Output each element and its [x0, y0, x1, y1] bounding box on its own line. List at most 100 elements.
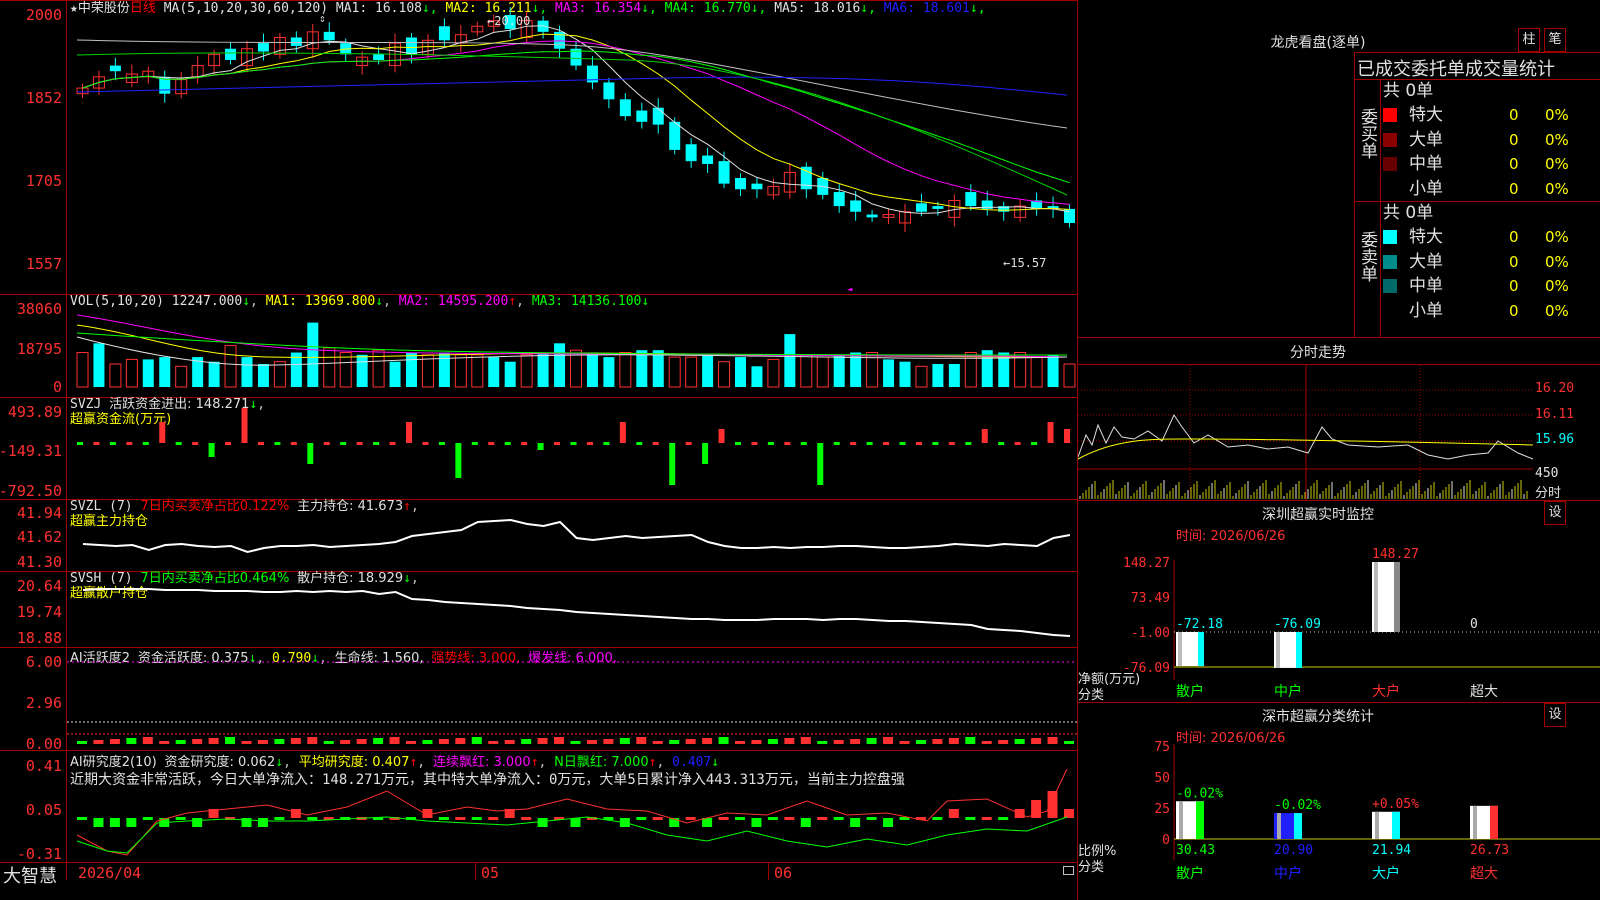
flow-tick	[225, 442, 232, 445]
volume-bar	[488, 357, 500, 387]
high-price-label: ←20.00	[487, 14, 531, 28]
active-bar	[159, 741, 170, 744]
flow-bar	[307, 443, 314, 464]
active-bar	[965, 737, 976, 744]
bar-shade	[1375, 811, 1379, 839]
classify-settings-button[interactable]: 设	[1544, 703, 1566, 727]
active-bar	[636, 737, 647, 744]
month-06-label: 06	[774, 864, 793, 882]
monitor-category: 散户	[1176, 683, 1204, 700]
svzl-chart[interactable]	[67, 500, 1077, 571]
research-bar	[109, 818, 120, 827]
flow-tick	[93, 442, 100, 445]
volume-bar	[438, 352, 450, 387]
classify-chart[interactable]: 75 50 25 0 -0.02% 30.43 -0.02% 20.90 +0.05% 21.94…	[1078, 740, 1600, 900]
order-type: 小单	[1409, 178, 1443, 199]
research-tick	[817, 817, 828, 820]
monitor-title: 深圳超赢实时监控	[1262, 507, 1374, 523]
month-05-label: 05	[481, 864, 500, 882]
volume-bar	[307, 322, 319, 387]
order-type: 特大	[1409, 105, 1443, 125]
flow-tick	[652, 442, 659, 445]
monitor-chart[interactable]: 148.2773.49-1.00-76.09-72.18 -76.09148.27…	[1078, 540, 1600, 700]
classify-bar	[1470, 805, 1498, 839]
active-bar	[1047, 737, 1058, 744]
sell-total: 共 0单	[1383, 203, 1434, 223]
classify-tick: 75	[1154, 740, 1170, 755]
monitor-bar	[1176, 632, 1204, 667]
order-pct: 0%	[1545, 130, 1569, 149]
flow-tick	[488, 442, 495, 445]
volume-bar	[570, 349, 582, 388]
ai-active-chart[interactable]	[67, 648, 1077, 750]
research-bar	[1047, 791, 1058, 818]
research-tick	[981, 817, 992, 820]
order-color-swatch	[1383, 181, 1397, 196]
volume-bar	[899, 361, 911, 387]
candle-body	[932, 206, 944, 209]
flow-tick	[636, 442, 643, 445]
volume-bar	[668, 356, 681, 388]
volume-bar	[586, 352, 598, 387]
monitor-settings-button[interactable]: 设	[1544, 501, 1566, 525]
classify-title: 深市超赢分类统计	[1262, 709, 1374, 725]
classify-bar	[1274, 813, 1302, 839]
volume-bar	[619, 352, 632, 388]
classify-value: 21.94	[1372, 843, 1411, 858]
flow-bar	[159, 422, 166, 443]
bar-shade	[1179, 801, 1183, 839]
bar-shade	[1374, 562, 1378, 632]
volume-bar	[520, 354, 533, 388]
price-tick: 2000	[25, 6, 62, 24]
active-bar	[109, 739, 120, 744]
vol-axis: 38060 18795 0	[0, 294, 64, 396]
active-bar	[981, 741, 992, 744]
active-bar	[406, 741, 416, 744]
research-tick	[175, 817, 186, 820]
kline-chart[interactable]: ⇕◄	[67, 0, 1077, 294]
flow-tick	[603, 442, 610, 445]
ai-research-axis: 0.41 0.05 -0.31	[0, 750, 64, 863]
active-bar	[586, 740, 597, 744]
volume-bar	[323, 347, 336, 388]
vol-tick: 0	[52, 378, 62, 396]
flow-bar	[455, 443, 462, 478]
order-row: 特大 0 0%	[1383, 103, 1598, 127]
intraday-axis: 16.20 16.11 15.96 450 分时	[1533, 365, 1600, 501]
bar-mode-button[interactable]: 柱	[1518, 28, 1540, 52]
tick-mode-button[interactable]: 笔	[1544, 28, 1566, 52]
order-pct: 0%	[1545, 277, 1569, 295]
holding-line	[82, 588, 1071, 637]
volume-bar	[816, 356, 829, 388]
candle-body	[751, 183, 763, 190]
volume-bar	[735, 357, 746, 387]
flow-tick	[77, 442, 83, 445]
flow-tick	[290, 442, 297, 445]
vol-chart[interactable]	[67, 295, 1077, 397]
flow-tick	[504, 442, 511, 445]
intraday-unit: 分时	[1535, 486, 1562, 501]
ai-research-chart[interactable]	[67, 751, 1077, 862]
active-bar	[735, 741, 745, 744]
volume-bar	[389, 361, 401, 387]
flow-tick	[735, 442, 741, 445]
research-tick	[718, 817, 729, 820]
volume-bar	[109, 363, 122, 388]
research-bar	[126, 818, 137, 827]
order-row: 特大 0 0%	[1383, 225, 1598, 249]
classify-value: 26.73	[1470, 843, 1509, 858]
intraday-chart[interactable]	[1078, 365, 1533, 500]
main-chart-area[interactable]: ★中荣股份日线 MA(5,10,20,30,60,120) MA1: 16.10…	[0, 0, 1078, 900]
active-bar	[866, 738, 877, 744]
svzj-axis: 493.89 -149.31 -792.50	[0, 397, 64, 500]
order-color-swatch	[1383, 108, 1397, 122]
volume-bar	[1063, 363, 1076, 388]
active-bar	[833, 740, 844, 744]
flow-bar	[406, 422, 412, 443]
svzj-chart[interactable]	[67, 398, 1077, 499]
flow-tick	[422, 442, 429, 445]
volume-bar	[257, 364, 269, 387]
monitor-category: 中户	[1274, 683, 1302, 700]
lock-icon[interactable]	[1063, 866, 1074, 875]
svsh-chart[interactable]	[67, 572, 1077, 647]
